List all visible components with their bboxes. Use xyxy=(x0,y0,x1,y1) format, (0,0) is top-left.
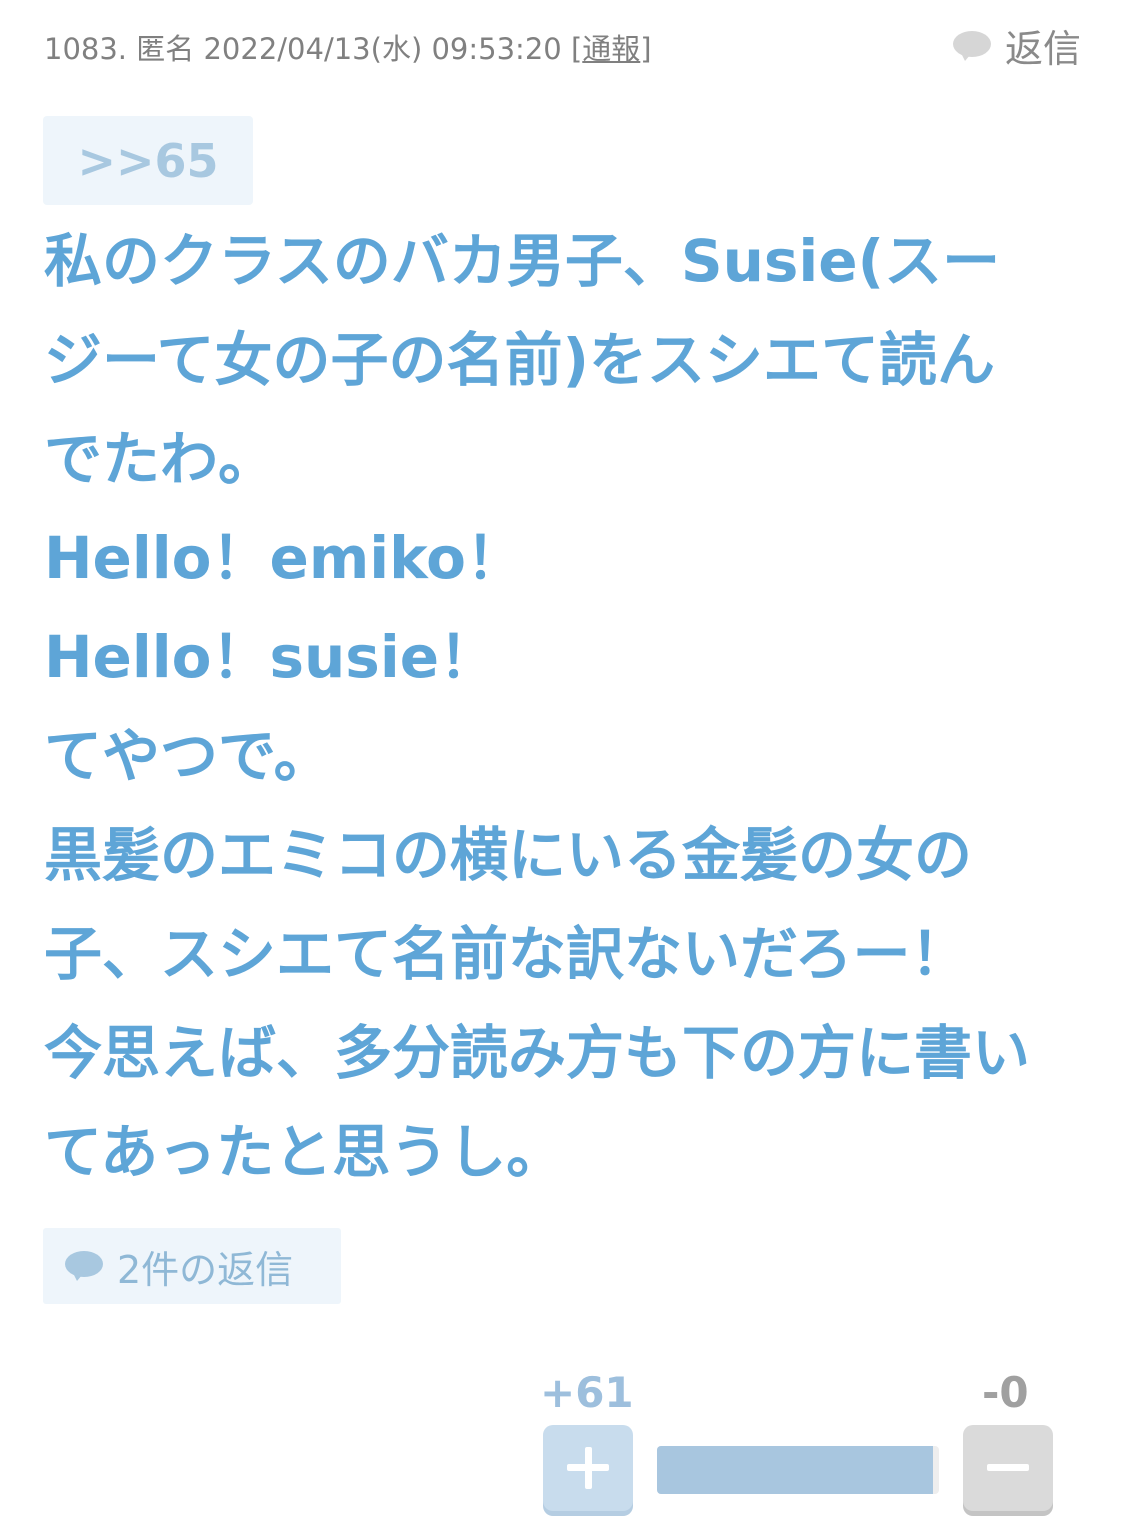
upvote-button[interactable] xyxy=(543,1425,633,1511)
vote-ratio-fill xyxy=(657,1446,934,1494)
comment-body-line: てあったと思うし。 xyxy=(44,1118,565,1186)
comment-body-line: ジーて女の子の名前)をスシエて読ん xyxy=(44,326,996,394)
reply-button[interactable]: 返信 xyxy=(952,18,1081,73)
comment-body-line: 黒髪のエミコの横にいる金髪の女の xyxy=(44,821,973,889)
comment-body-line: てやつで。 xyxy=(44,722,332,790)
minus-vote-count: -0 xyxy=(982,1368,1029,1417)
comment-body-line: 私のクラスのバカ男子、Susie(スー xyxy=(44,227,1001,295)
comment-meta: 1083. 匿名 2022/04/13(水) 09:53:20 [通報] xyxy=(44,26,652,68)
comment-body-line: Hello！susie！ xyxy=(44,623,498,691)
report-bracket-open: [ xyxy=(570,32,583,66)
comment-body-line: Hello！emiko！ xyxy=(44,524,525,592)
anchor-link[interactable]: >>65 xyxy=(43,116,253,205)
report-link[interactable]: 通報 xyxy=(582,32,640,66)
comment-body-line: 今思えば、多分読み方も下の方に書い xyxy=(44,1019,1031,1087)
replies-count-label: 2件の返信 xyxy=(117,1247,294,1292)
reply-label: 返信 xyxy=(1004,27,1081,71)
plus-vote-count: +61 xyxy=(540,1368,634,1417)
comment-body-line: 子、スシエて名前な訳ないだろー！ xyxy=(44,920,969,988)
report-bracket-close: ] xyxy=(640,32,652,66)
comment-body: 私のクラスのバカ男子、Susie(スー ジーて女の子の名前)をスシエて読ん でた… xyxy=(44,212,1084,1202)
view-replies-button[interactable]: 2件の返信 xyxy=(43,1228,341,1304)
comment-author: 匿名 xyxy=(136,32,195,66)
downvote-button[interactable] xyxy=(963,1425,1053,1511)
vote-ratio-bar xyxy=(657,1446,939,1494)
speech-bubble-icon xyxy=(952,30,991,61)
comment-number: 1083. xyxy=(44,32,128,66)
speech-bubble-icon xyxy=(65,1251,103,1281)
comment-header: 1083. 匿名 2022/04/13(水) 09:53:20 [通報] 返信 xyxy=(44,18,1081,73)
comment-body-line: でたわ。 xyxy=(44,425,277,493)
comment-datetime: 2022/04/13(水) 09:53:20 xyxy=(203,32,562,66)
